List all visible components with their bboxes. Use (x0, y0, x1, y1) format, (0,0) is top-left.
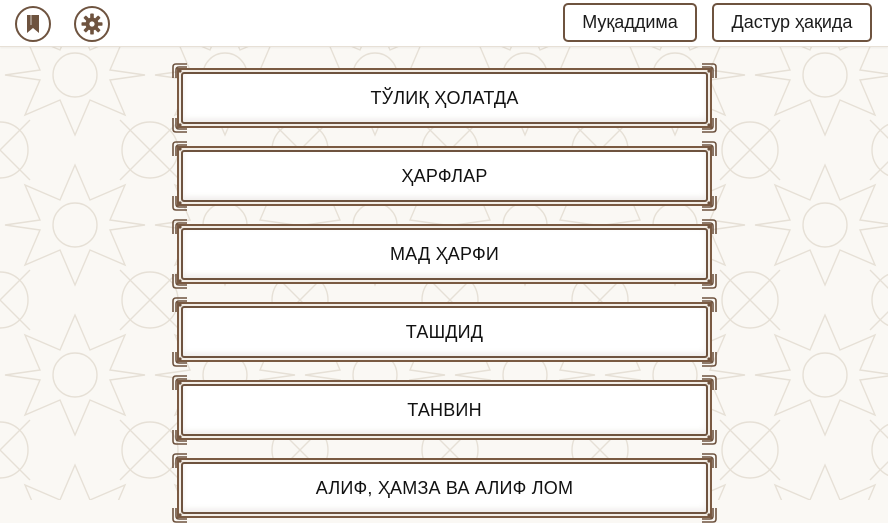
menu-item-panel: ҲАРФЛАР (181, 150, 708, 202)
introduction-button[interactable]: Муқаддима (563, 3, 697, 42)
gear-icon (81, 13, 103, 35)
menu-item-label: ТАНВИН (407, 399, 482, 420)
menu-item-panel: ТАШДИД (181, 306, 708, 358)
menu-item-panel: ТАНВИН (181, 384, 708, 436)
menu-item-label: АЛИФ, ҲАМЗА ВА АЛИФ ЛОМ (315, 477, 574, 498)
settings-button[interactable] (74, 6, 110, 42)
menu-item-tashdid[interactable]: ТАШДИД (172, 297, 717, 367)
top-bar: Муқаддима Дастур ҳақида (0, 0, 888, 47)
menu-item-label: ТАШДИД (405, 321, 484, 342)
bookmark-icon (27, 15, 39, 33)
menu-item-panel: ТЎЛИҚ ҲОЛАТДА (181, 72, 708, 124)
menu-item-madd-letter[interactable]: МАД ҲАРФИ (172, 219, 717, 289)
menu-item-label: ТЎЛИҚ ҲОЛАТДА (370, 87, 519, 108)
menu-item-label: МАД ҲАРФИ (389, 243, 500, 264)
about-app-button[interactable]: Дастур ҳақида (712, 3, 872, 42)
bookmark-button[interactable] (15, 6, 51, 42)
menu-item-label: ҲАРФЛАР (401, 165, 488, 186)
menu-item-alif-hamza[interactable]: АЛИФ, ҲАМЗА ВА АЛИФ ЛОМ (172, 453, 717, 523)
menu-item-tanvin[interactable]: ТАНВИН (172, 375, 717, 445)
menu-item-panel: АЛИФ, ҲАМЗА ВА АЛИФ ЛОМ (181, 462, 708, 514)
menu-item-full-mode[interactable]: ТЎЛИҚ ҲОЛАТДА (172, 63, 717, 133)
menu-item-letters[interactable]: ҲАРФЛАР (172, 141, 717, 211)
menu-item-panel: МАД ҲАРФИ (181, 228, 708, 280)
